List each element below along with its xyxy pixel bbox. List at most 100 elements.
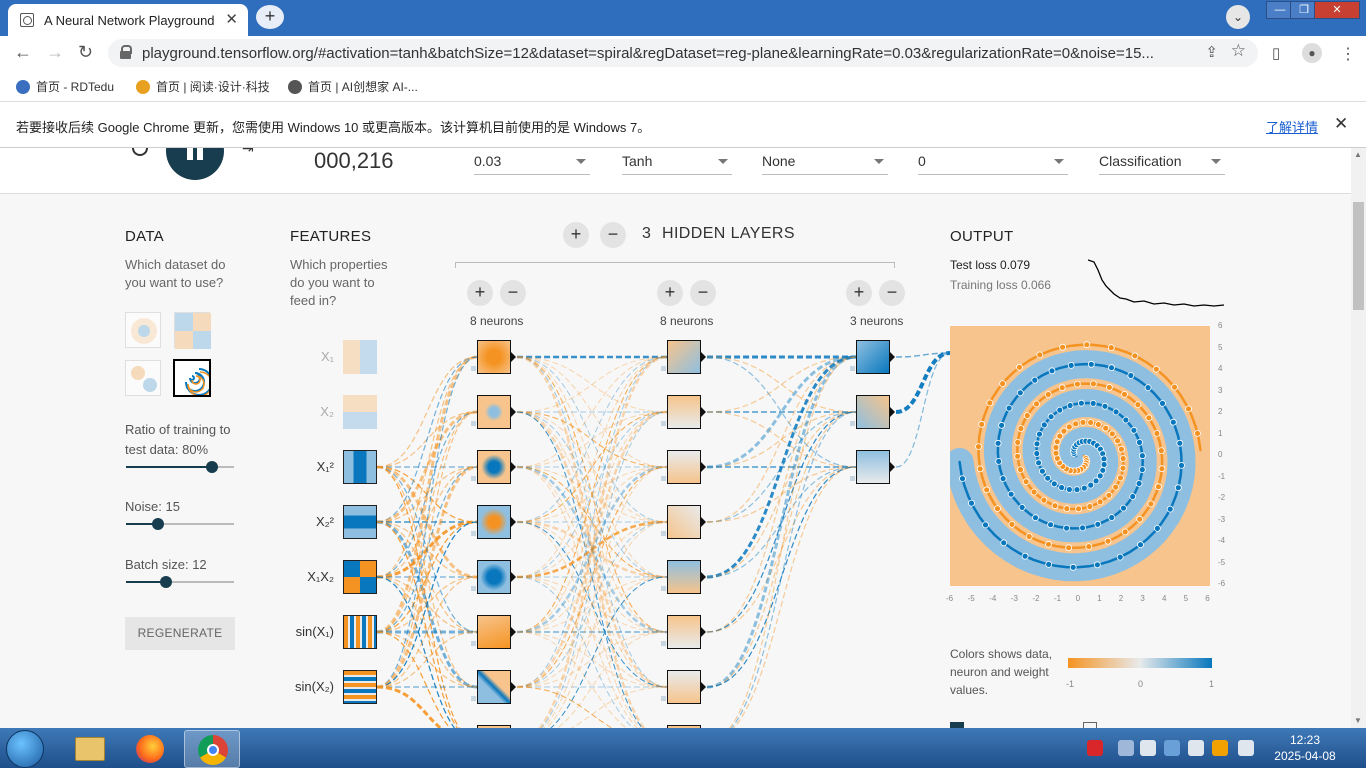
feature-toggle[interactable] (343, 340, 377, 374)
feature-toggle[interactable] (343, 615, 377, 649)
neuron-bias (661, 586, 666, 591)
layer1-add-neuron-button[interactable]: + (467, 280, 493, 306)
neuron[interactable] (477, 450, 516, 484)
neuron[interactable] (856, 340, 895, 374)
tray-notify-icon[interactable] (1212, 740, 1228, 756)
url-text[interactable]: playground.tensorflow.org/#activation=ta… (142, 45, 1182, 62)
neuron[interactable] (667, 615, 706, 649)
infobar-close-icon[interactable]: ✕ (1334, 114, 1348, 134)
feature-toggle[interactable] (343, 670, 377, 704)
layer3-add-neuron-button[interactable]: + (846, 280, 872, 306)
layer3-remove-neuron-button[interactable]: − (879, 280, 905, 306)
new-tab-button[interactable]: + (256, 5, 284, 29)
feature-toggle[interactable] (343, 505, 377, 539)
neuron-bias (661, 696, 666, 701)
weight-link (706, 356, 857, 523)
remove-layer-button[interactable]: − (600, 222, 626, 248)
weight-link (728, 356, 857, 728)
neuron[interactable] (856, 395, 895, 429)
layer2-remove-neuron-button[interactable]: − (690, 280, 716, 306)
bookmark-ai[interactable]: 首页 | AI创想家 AI-... (288, 78, 418, 95)
network-icon[interactable] (1164, 740, 1180, 756)
y-tick-label: -4 (1218, 536, 1226, 545)
bookmark-favicon-icon (16, 80, 30, 94)
side-panel-icon[interactable]: ▯ (1272, 44, 1280, 62)
share-icon[interactable]: ⇪ (1205, 43, 1218, 61)
browser-tab[interactable]: A Neural Network Playground ✕ (8, 4, 248, 36)
neuron-bias (850, 421, 855, 426)
scrollbar-thumb[interactable] (1353, 202, 1364, 310)
neuron[interactable] (667, 560, 706, 594)
neuron[interactable] (477, 340, 516, 374)
neuron-bias (471, 366, 476, 371)
taskbar-clock[interactable]: 12:23 2025-04-08 (1266, 732, 1344, 764)
feature-toggle[interactable] (343, 560, 377, 594)
profile-avatar-icon[interactable]: ● (1302, 43, 1322, 63)
explorer-taskbar-icon[interactable] (62, 730, 118, 768)
neuron[interactable] (477, 670, 516, 704)
y-tick-label: 0 (1218, 450, 1223, 459)
lock-icon[interactable] (120, 45, 132, 59)
x-tick-label: -4 (989, 594, 997, 603)
neuron[interactable] (477, 395, 516, 429)
scroll-up-icon[interactable]: ▲ (1354, 150, 1362, 159)
reload-icon[interactable]: ↻ (78, 42, 93, 63)
action-center-icon[interactable] (1238, 740, 1254, 756)
feature-toggle[interactable] (343, 450, 377, 484)
bookmark-rdtedu[interactable]: 首页 - RDTedu (16, 78, 114, 95)
x-tick-label: -6 (946, 594, 954, 603)
tab-strip: A Neural Network Playground ✕ + ⌄ — ❐ ✕ (0, 0, 1366, 36)
playground-page: ⇥ 000,216 0.03 Tanh None 0 Classificatio… (0, 148, 1351, 728)
page-scrollbar[interactable]: ▲ ▼ (1351, 148, 1366, 728)
chrome-taskbar-icon[interactable] (184, 730, 240, 768)
bookmark-star-icon[interactable]: ☆ (1231, 41, 1246, 61)
sogou-ime-icon[interactable] (1087, 740, 1103, 756)
neuron[interactable] (667, 670, 706, 704)
neuron[interactable] (856, 450, 895, 484)
window-controls: — ❐ ✕ (1266, 0, 1360, 20)
neuron-bias (661, 641, 666, 646)
x-tick-label: 2 (1118, 594, 1124, 603)
weight-link (376, 356, 478, 468)
layer1-neurons-label: 8 neurons (470, 314, 524, 328)
menu-dots-icon[interactable]: ⋮ (1340, 44, 1356, 64)
address-bar[interactable]: playground.tensorflow.org/#activation=ta… (108, 39, 1258, 67)
firefox-taskbar-icon[interactable] (122, 730, 178, 768)
learn-more-link[interactable]: 了解详情 (1266, 117, 1318, 136)
back-arrow-icon[interactable]: ← (14, 42, 32, 63)
x-tick-label: 5 (1183, 594, 1189, 603)
layer2-add-neuron-button[interactable]: + (657, 280, 683, 306)
tab-close-icon[interactable]: ✕ (225, 10, 238, 28)
y-tick-label: -5 (1218, 557, 1226, 567)
layers-bracket (455, 262, 895, 268)
feature-toggle[interactable] (343, 395, 377, 429)
weight-link (376, 685, 443, 728)
scroll-down-icon[interactable]: ▼ (1354, 716, 1362, 725)
neuron-bias (471, 696, 476, 701)
neuron[interactable] (667, 505, 706, 539)
forward-arrow-icon[interactable]: → (46, 42, 64, 63)
x-tick-label: -3 (1010, 594, 1018, 603)
volume-icon[interactable] (1188, 740, 1204, 756)
start-button[interactable] (6, 730, 44, 768)
weight-link (516, 356, 668, 633)
neuron[interactable] (477, 560, 516, 594)
x-tick-label: -5 (967, 594, 975, 603)
neuron[interactable] (477, 615, 516, 649)
neuron[interactable] (477, 505, 516, 539)
bookmarks-bar: 首页 - RDTedu 首页 | 阅读·设计·科技 首页 | AI创想家 AI-… (0, 70, 1366, 102)
layer1-remove-neuron-button[interactable]: − (500, 280, 526, 306)
output-decision-heatmap (950, 326, 1210, 586)
tab-search-chevron-icon[interactable]: ⌄ (1226, 5, 1250, 29)
window-close-icon[interactable]: ✕ (1314, 1, 1360, 19)
speaker-icon[interactable] (1140, 740, 1156, 756)
x-tick-label: 3 (1140, 594, 1145, 603)
add-layer-button[interactable]: + (563, 222, 589, 248)
weight-link (706, 356, 857, 633)
bookmark-reading[interactable]: 首页 | 阅读·设计·科技 (136, 78, 270, 95)
neuron[interactable] (667, 340, 706, 374)
neuron[interactable] (667, 450, 706, 484)
neuron[interactable] (667, 395, 706, 429)
y-tick-label: 1 (1218, 428, 1223, 438)
tray-app-icon[interactable] (1118, 740, 1134, 756)
